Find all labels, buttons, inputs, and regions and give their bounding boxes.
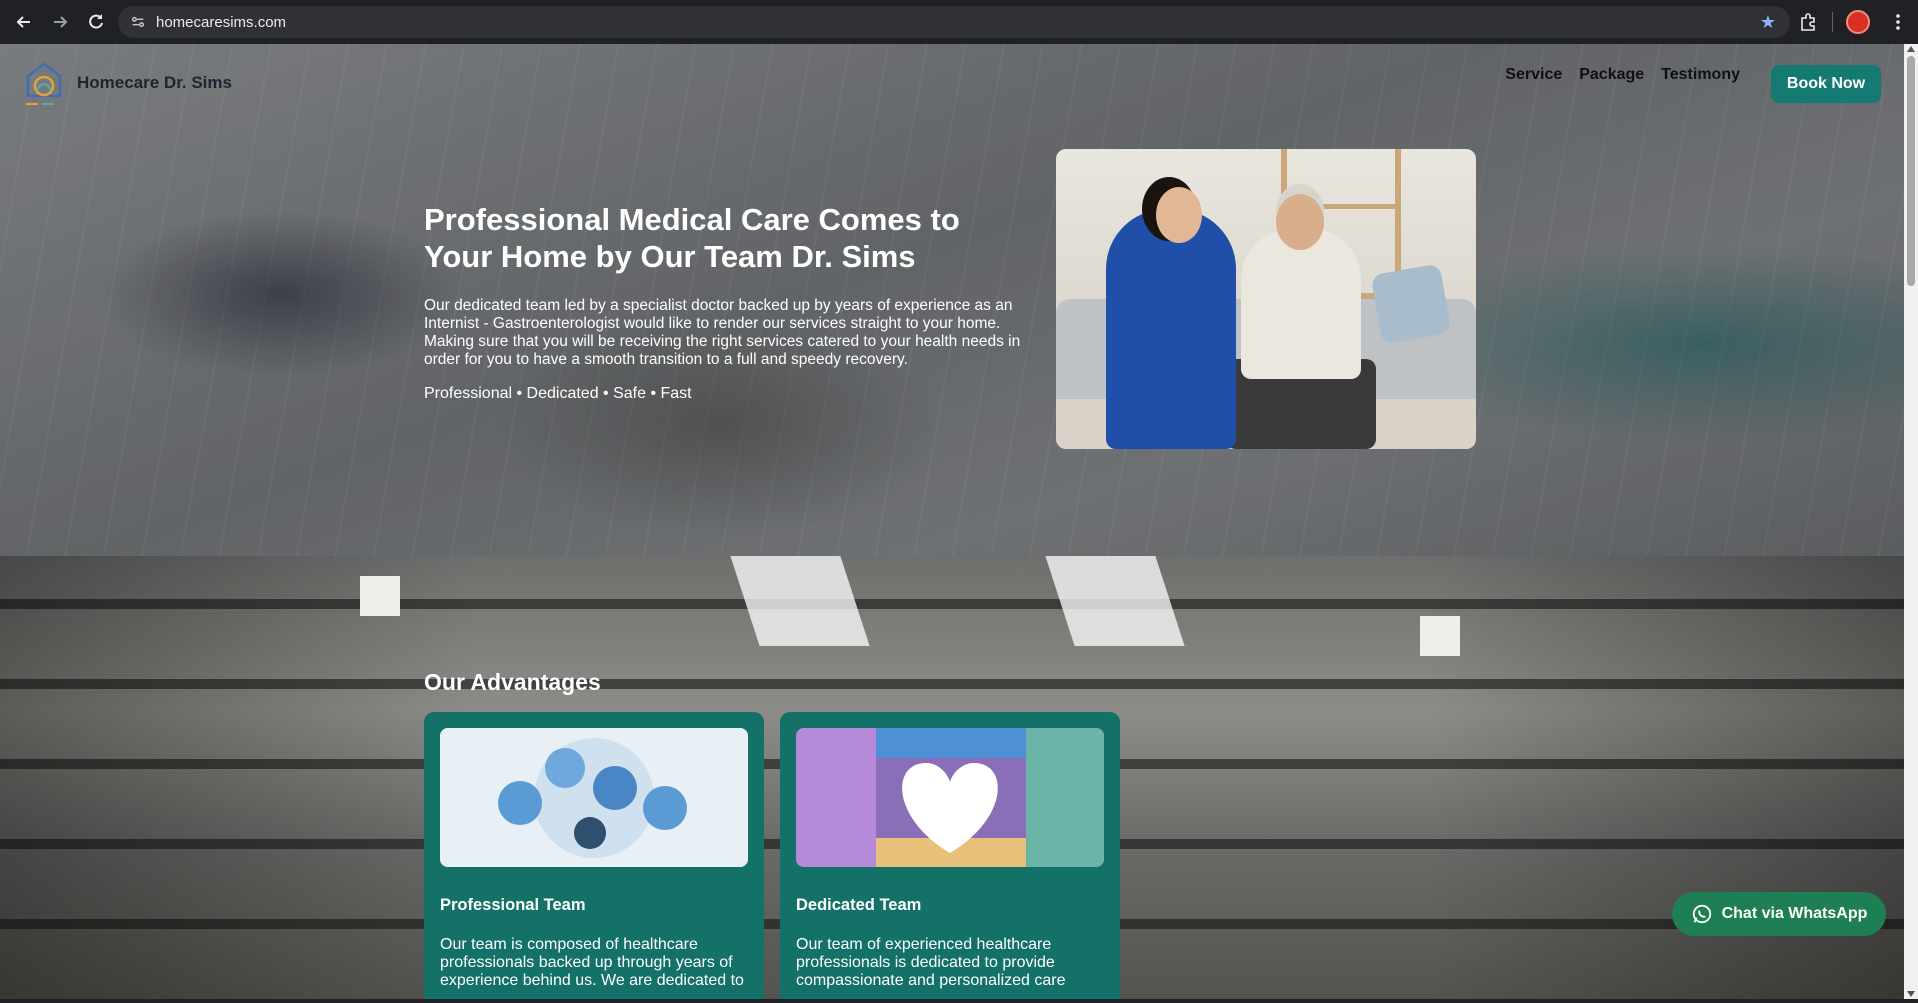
surgeons-image (440, 728, 748, 867)
hands-heart-image (796, 728, 1104, 867)
card-text: Our team of experienced healthcare profe… (796, 936, 1066, 989)
hero-section: Homecare Dr. Sims Service Package Testim… (0, 44, 1904, 556)
reload-icon[interactable] (78, 4, 114, 40)
scroll-thumb[interactable] (1907, 56, 1915, 286)
bookmark-star-icon[interactable]: ★ (1760, 12, 1776, 33)
whatsapp-icon (1692, 904, 1711, 924)
nurse-graphic (1106, 209, 1236, 449)
site-header: Homecare Dr. Sims Service Package Testim… (0, 44, 1904, 120)
card-title: Dedicated Team (796, 896, 922, 914)
logo-icon[interactable] (20, 58, 68, 108)
more-menu-icon[interactable] (1880, 4, 1916, 40)
advantages-section: Our Advantages Professional Team Our tea… (0, 556, 1904, 999)
browser-toolbar: homecaresims.com ★ (0, 0, 1918, 44)
brand-name[interactable]: Homecare Dr. Sims (77, 73, 232, 93)
address-bar[interactable]: homecaresims.com ★ (118, 6, 1790, 38)
nav-testimony[interactable]: Testimony (1661, 66, 1740, 84)
pillow-graphic (1370, 263, 1452, 345)
ceiling-light (1045, 556, 1185, 646)
main-nav: Service Package Testimony (1505, 66, 1757, 84)
page-viewport: Homecare Dr. Sims Service Package Testim… (0, 44, 1904, 999)
nurse-head-graphic (1156, 187, 1202, 243)
shelf-box (1420, 616, 1460, 656)
url-text: homecaresims.com (156, 13, 287, 31)
site-info-icon[interactable] (124, 8, 152, 36)
shelf-box (360, 576, 400, 616)
advantage-card-dedicated: Dedicated Team Our team of experienced h… (780, 712, 1120, 999)
nav-service[interactable]: Service (1505, 66, 1562, 84)
extensions-icon[interactable] (1790, 4, 1826, 40)
page-scrollbar[interactable] (1904, 44, 1918, 999)
book-now-button[interactable]: Book Now (1771, 65, 1881, 103)
advantage-card-professional: Professional Team Our team is composed o… (424, 712, 764, 999)
hero-description: Our dedicated team led by a specialist d… (424, 297, 1021, 368)
profile-avatar[interactable] (1846, 10, 1870, 34)
patient-graphic (1241, 229, 1361, 379)
back-icon[interactable] (6, 4, 42, 40)
nurse-with-patient-image (1056, 149, 1476, 449)
ceiling-light (730, 556, 870, 646)
forward-icon[interactable] (42, 4, 78, 40)
patient-head-graphic (1276, 194, 1324, 250)
scroll-up-arrow-icon[interactable] (1907, 46, 1915, 52)
card-title: Professional Team (440, 896, 586, 914)
toolbar-divider (1832, 12, 1833, 32)
whatsapp-label: Chat via WhatsApp (1721, 905, 1868, 922)
card-text: Our team is composed of healthcare profe… (440, 936, 744, 989)
scroll-down-arrow-icon[interactable] (1907, 991, 1915, 997)
hero-tags: Professional • Dedicated • Safe • Fast (424, 385, 692, 402)
nav-package[interactable]: Package (1579, 66, 1644, 84)
whatsapp-chat-button[interactable]: Chat via WhatsApp (1672, 892, 1886, 936)
advantages-title: Our Advantages (424, 669, 601, 695)
hero-title: Professional Medical Care Comes to Your … (424, 202, 960, 274)
